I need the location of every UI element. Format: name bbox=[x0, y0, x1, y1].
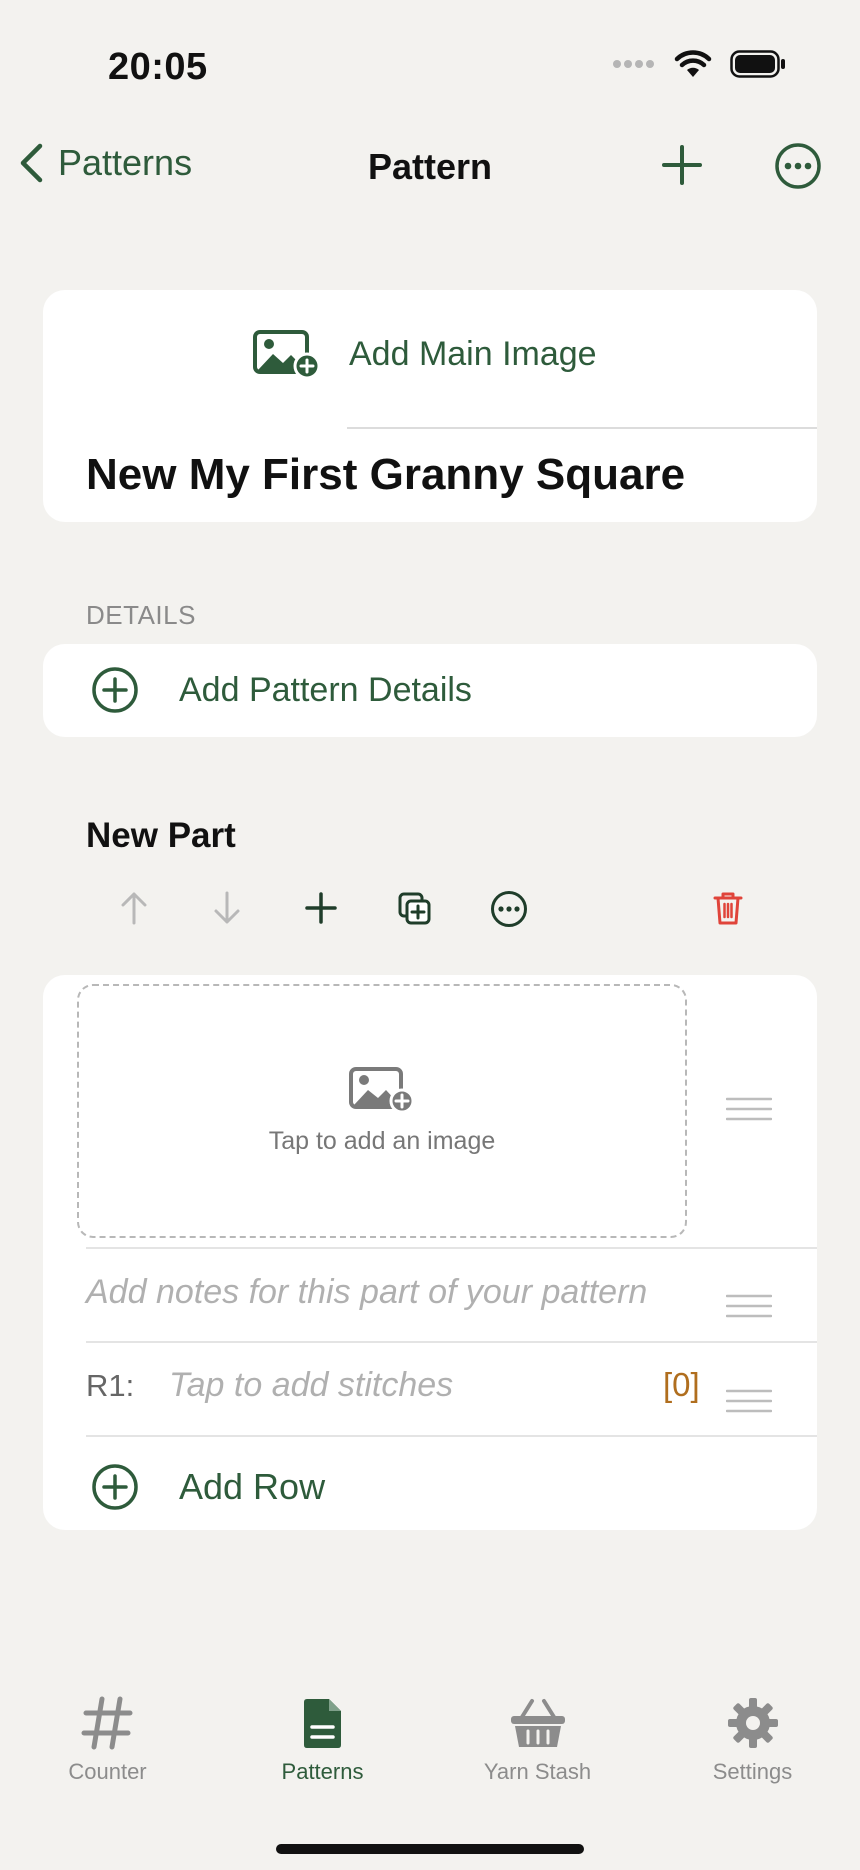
tab-yarn-stash[interactable]: Yarn Stash bbox=[430, 1695, 645, 1785]
add-photo-icon bbox=[349, 1066, 415, 1113]
divider bbox=[86, 1341, 817, 1343]
tab-label: Counter bbox=[68, 1759, 147, 1784]
plus-circle-icon bbox=[92, 667, 138, 713]
tab-counter[interactable]: Counter bbox=[0, 1695, 215, 1785]
divider bbox=[86, 1435, 817, 1437]
tab-label: Settings bbox=[712, 1759, 793, 1784]
divider bbox=[347, 427, 817, 429]
duplicate-icon[interactable] bbox=[398, 890, 432, 926]
add-icon[interactable] bbox=[304, 890, 338, 926]
add-pattern-details-button[interactable]: Add Pattern Details bbox=[91, 666, 472, 714]
status-time: 20:05 bbox=[108, 46, 208, 88]
add-image-label: Tap to add an image bbox=[268, 1126, 496, 1155]
tab-bar: Counter Patterns Yarn Stash Settings bbox=[0, 1695, 860, 1805]
drag-handle-icon[interactable] bbox=[726, 1097, 772, 1121]
gear-icon bbox=[727, 1698, 778, 1748]
document-icon bbox=[303, 1699, 341, 1748]
page-title: Pattern bbox=[367, 146, 493, 187]
add-icon[interactable] bbox=[660, 143, 704, 187]
row-stitches-field[interactable]: Tap to add stitches bbox=[169, 1366, 453, 1405]
part-title[interactable]: New Part bbox=[86, 816, 236, 856]
home-indicator bbox=[276, 1844, 584, 1854]
pattern-header-card: Add Main Image New My First Granny Squar… bbox=[43, 290, 817, 522]
row-label: R1: bbox=[86, 1368, 135, 1403]
details-card: Add Pattern Details bbox=[43, 644, 817, 737]
battery-icon bbox=[730, 50, 785, 78]
wifi-icon bbox=[674, 50, 712, 77]
move-up-icon[interactable] bbox=[118, 890, 150, 926]
add-part-image-button[interactable]: Tap to add an image bbox=[77, 984, 687, 1238]
tab-label: Patterns bbox=[281, 1759, 364, 1784]
basket-icon bbox=[510, 1699, 565, 1747]
tab-settings[interactable]: Settings bbox=[645, 1695, 860, 1785]
add-row-button[interactable]: Add Row bbox=[91, 1463, 325, 1511]
tab-label: Yarn Stash bbox=[483, 1759, 592, 1784]
pattern-title[interactable]: New My First Granny Square bbox=[86, 450, 685, 500]
part-card: Tap to add an image Add notes for this p… bbox=[43, 975, 817, 1530]
tab-patterns[interactable]: Patterns bbox=[215, 1695, 430, 1785]
more-options-icon[interactable] bbox=[490, 890, 528, 928]
drag-handle-icon[interactable] bbox=[726, 1389, 772, 1413]
drag-handle-icon[interactable] bbox=[726, 1294, 772, 1318]
add-photo-icon bbox=[253, 330, 321, 378]
move-down-icon[interactable] bbox=[211, 890, 243, 926]
signal-icon bbox=[613, 60, 654, 68]
divider bbox=[86, 1247, 817, 1249]
add-main-image-label: Add Main Image bbox=[349, 334, 597, 373]
more-options-icon[interactable] bbox=[774, 142, 822, 190]
hash-icon bbox=[81, 1696, 132, 1750]
plus-circle-icon bbox=[92, 1464, 138, 1510]
trash-icon[interactable] bbox=[713, 890, 743, 926]
row-stitch-count: [0] bbox=[663, 1366, 700, 1403]
status-icons bbox=[612, 50, 786, 78]
add-pattern-details-label: Add Pattern Details bbox=[179, 670, 472, 709]
part-notes-field[interactable]: Add notes for this part of your pattern bbox=[86, 1273, 647, 1312]
details-section-label: DETAILS bbox=[86, 600, 196, 630]
add-main-image-button[interactable]: Add Main Image bbox=[253, 330, 597, 378]
add-row-label: Add Row bbox=[179, 1466, 326, 1507]
part-toolbar bbox=[0, 890, 860, 940]
